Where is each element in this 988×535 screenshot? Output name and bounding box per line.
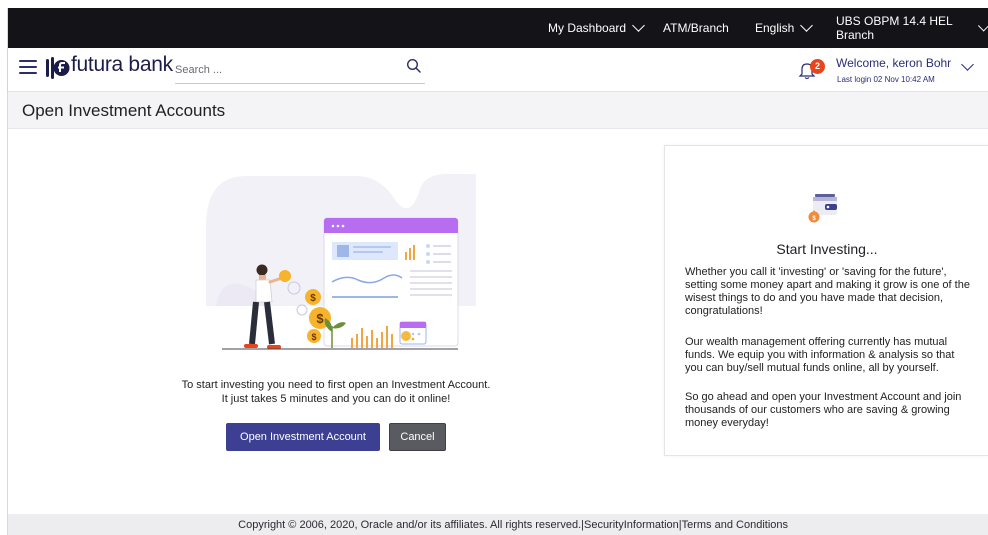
terms-and-conditions-link[interactable]: Terms and Conditions bbox=[682, 519, 788, 531]
search-icon[interactable] bbox=[406, 58, 422, 74]
page-title: Open Investment Accounts bbox=[22, 101, 226, 120]
app-header: futura bank 2 Welcome, keron Bohr Last l… bbox=[8, 48, 988, 92]
chevron-down-icon bbox=[632, 18, 645, 32]
card-paragraph-1: Whether you call it 'investing' or 'savi… bbox=[685, 266, 970, 317]
brand-name: futura bank bbox=[71, 53, 173, 76]
branch-menu[interactable]: UBS OBPM 14.4 HEL Branch bbox=[836, 8, 988, 48]
chevron-down-icon bbox=[978, 19, 988, 31]
footer: Copyright © 2006, 2020, Oracle and/or it… bbox=[8, 514, 988, 535]
chevron-down-icon[interactable] bbox=[961, 58, 974, 71]
svg-text:$: $ bbox=[310, 293, 316, 304]
page-title-bar: Open Investment Accounts bbox=[8, 92, 988, 129]
svg-text:$: $ bbox=[311, 332, 316, 342]
intro-text-line2: It just takes 5 minutes and you can do i… bbox=[221, 393, 451, 405]
wallet-icon: $ bbox=[808, 194, 837, 223]
top-bar: My Dashboard ATM/Branch English UBS OBPM… bbox=[8, 8, 988, 48]
branch-label: UBS OBPM 14.4 HEL Branch bbox=[836, 14, 953, 42]
chevron-down-icon bbox=[800, 18, 814, 32]
bank-logo-icon bbox=[46, 57, 70, 79]
card-title: Start Investing... bbox=[776, 241, 878, 257]
dashboard-menu[interactable]: My Dashboard bbox=[548, 8, 645, 48]
open-investment-account-button[interactable]: Open Investment Account bbox=[226, 423, 380, 451]
card-paragraph-3: So go ahead and open your Investment Acc… bbox=[685, 391, 962, 429]
atm-branch-link[interactable]: ATM/Branch bbox=[663, 8, 729, 48]
start-investing-card: $ Start Investing... Whether you call it… bbox=[664, 145, 988, 456]
search-bar bbox=[175, 56, 425, 84]
security-information-link[interactable]: SecurityInformation bbox=[584, 519, 679, 531]
investing-illustration: $ $ $ bbox=[206, 174, 476, 350]
language-menu[interactable]: English bbox=[755, 8, 814, 48]
welcome-user[interactable]: Welcome, keron Bohr bbox=[836, 56, 951, 70]
dashboard-menu-label: My Dashboard bbox=[548, 21, 627, 35]
search-input[interactable] bbox=[175, 60, 395, 80]
cancel-button[interactable]: Cancel bbox=[389, 423, 446, 451]
language-label: English bbox=[755, 21, 795, 35]
intro-text-line1: To start investing you need to first ope… bbox=[181, 379, 491, 391]
hamburger-icon[interactable] bbox=[19, 59, 37, 75]
footer-text: Copyright © 2006, 2020, Oracle and/or it… bbox=[8, 519, 788, 531]
card-paragraph-2: Our wealth management offering currently… bbox=[685, 336, 955, 374]
notification-badge: 2 bbox=[810, 59, 825, 74]
app-window: My Dashboard ATM/Branch English UBS OBPM… bbox=[0, 0, 988, 535]
last-login: Last login 02 Nov 10:42 AM bbox=[837, 75, 935, 84]
atm-branch-label: ATM/Branch bbox=[663, 21, 729, 35]
svg-text:$: $ bbox=[316, 311, 324, 326]
copyright-text: Copyright © 2006, 2020, Oracle and/or it… bbox=[238, 519, 582, 531]
